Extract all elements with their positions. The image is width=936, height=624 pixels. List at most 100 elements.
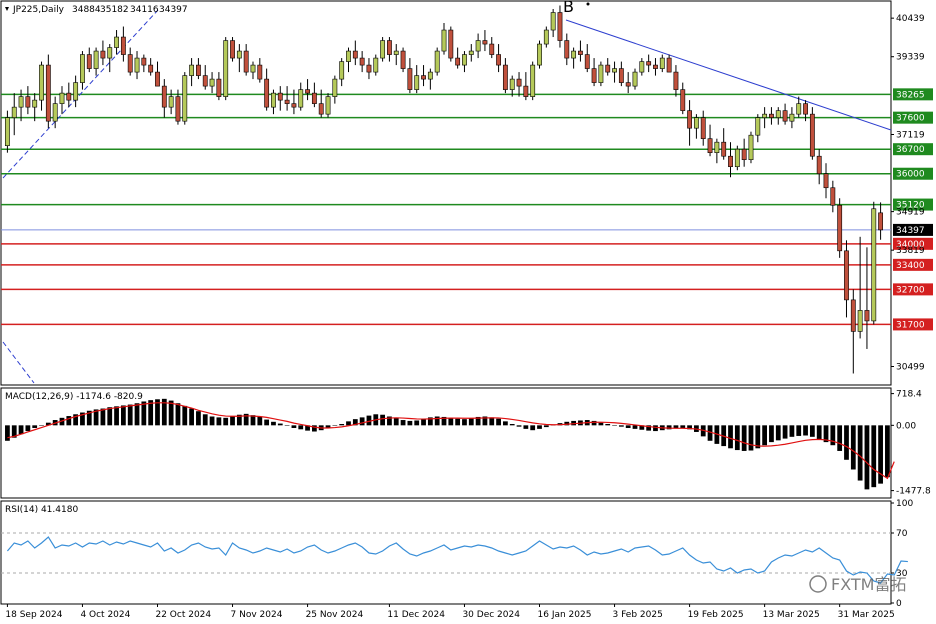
candle-body	[489, 43, 495, 55]
macd-bar	[543, 425, 549, 428]
candle-body	[680, 89, 686, 111]
time-tick-label: 30 Dec 2024	[462, 610, 520, 620]
macd-bar	[748, 425, 754, 451]
macd-bar	[762, 425, 768, 446]
ohlc-low: 34116	[130, 5, 159, 15]
level-label-36700: 36700	[896, 145, 925, 155]
macd-bar	[837, 425, 843, 451]
candle-body	[189, 64, 195, 76]
candle-body	[168, 96, 174, 108]
macd-bar	[257, 416, 263, 426]
candle-body	[236, 50, 242, 59]
time-tick-label: 13 Mar 2025	[763, 610, 820, 620]
macd-bar	[516, 425, 522, 427]
candle-body	[844, 250, 849, 301]
macd-bar	[530, 425, 536, 431]
macd-bar	[728, 425, 733, 449]
candle-body	[496, 54, 501, 66]
macd-bar	[339, 424, 345, 426]
candle-body	[127, 54, 133, 73]
candle-body	[803, 103, 808, 115]
macd-bar	[359, 417, 365, 426]
macd-bar	[114, 406, 119, 426]
candle-body	[93, 50, 99, 69]
candle-body	[673, 71, 679, 90]
candle-body	[523, 85, 529, 97]
candle-body	[339, 61, 345, 80]
macd-bar	[496, 418, 501, 426]
time-tick-label: 4 Oct 2024	[80, 610, 130, 620]
candle-body	[830, 187, 836, 206]
macd-bar	[816, 425, 822, 440]
candle-body	[352, 50, 358, 59]
candle-body	[291, 103, 297, 108]
macd-bar	[434, 416, 440, 426]
candle-body	[366, 64, 372, 73]
candle-body	[175, 96, 181, 122]
candle-body	[755, 117, 761, 136]
macd-bar	[850, 425, 856, 470]
candle-body	[857, 310, 863, 332]
macd-bar	[591, 420, 597, 426]
candle-body	[605, 64, 611, 73]
annotation-dot	[586, 2, 590, 6]
macd-bar	[32, 425, 38, 428]
macd-bar	[775, 425, 781, 441]
candle-body	[257, 64, 263, 80]
macd-bar	[755, 425, 761, 449]
candle-body	[612, 68, 617, 73]
price-panel-frame	[0, 0, 892, 386]
macd-bar	[612, 425, 617, 426]
candle-body	[639, 61, 645, 73]
candle-body	[148, 64, 154, 73]
level-label-33400: 33400	[896, 261, 925, 271]
candle-body	[25, 96, 31, 108]
symbol-label: JP225,Daily	[12, 5, 65, 15]
candle-body	[59, 92, 65, 104]
candle-body	[196, 64, 201, 76]
ohlc-close: 34397	[159, 5, 188, 15]
rsi-plot	[1, 532, 908, 584]
candle-body	[18, 96, 24, 108]
macd-bar	[871, 425, 877, 488]
candle-body	[434, 50, 440, 73]
rsi-tick-label: 100	[896, 499, 913, 509]
candle-body	[73, 82, 79, 101]
macd-bar	[284, 425, 290, 426]
candle-body	[100, 50, 106, 59]
candle-body	[325, 96, 331, 115]
watermark-text: FXTM富拓	[831, 575, 906, 594]
candle-body	[687, 110, 692, 129]
time-tick-label: 3 Feb 2025	[613, 610, 663, 620]
macd-axis: 718.4 0.00 -1477.8	[891, 390, 931, 497]
candle-body	[769, 113, 774, 118]
macd-bar	[66, 416, 72, 426]
candle-body	[209, 78, 215, 87]
rsi-tick-label: 0	[896, 599, 902, 609]
candle-body	[346, 50, 351, 62]
candle-body	[564, 40, 570, 59]
macd-bar	[503, 421, 508, 426]
candle-body	[141, 57, 147, 66]
macd-bar	[734, 425, 740, 451]
macd-bar	[618, 425, 624, 427]
macd-bar	[107, 407, 113, 426]
candle-body	[578, 50, 583, 55]
candle-body	[502, 64, 508, 90]
candle-body	[32, 99, 38, 108]
macd-bar	[291, 425, 297, 428]
macd-bar	[741, 425, 747, 451]
candle-body	[482, 40, 488, 45]
candle-body	[332, 78, 338, 97]
candle-body	[475, 40, 481, 52]
macd-bar	[598, 422, 604, 426]
candle-body	[271, 92, 276, 108]
macd-bar	[625, 425, 631, 428]
symbol-dropdown-icon[interactable]	[5, 7, 9, 11]
macd-bar	[202, 414, 208, 426]
candle-body	[809, 113, 815, 157]
macd-bar	[653, 425, 658, 432]
macd-bar	[168, 400, 174, 426]
candle-body	[693, 117, 699, 129]
macd-bar	[462, 419, 467, 426]
